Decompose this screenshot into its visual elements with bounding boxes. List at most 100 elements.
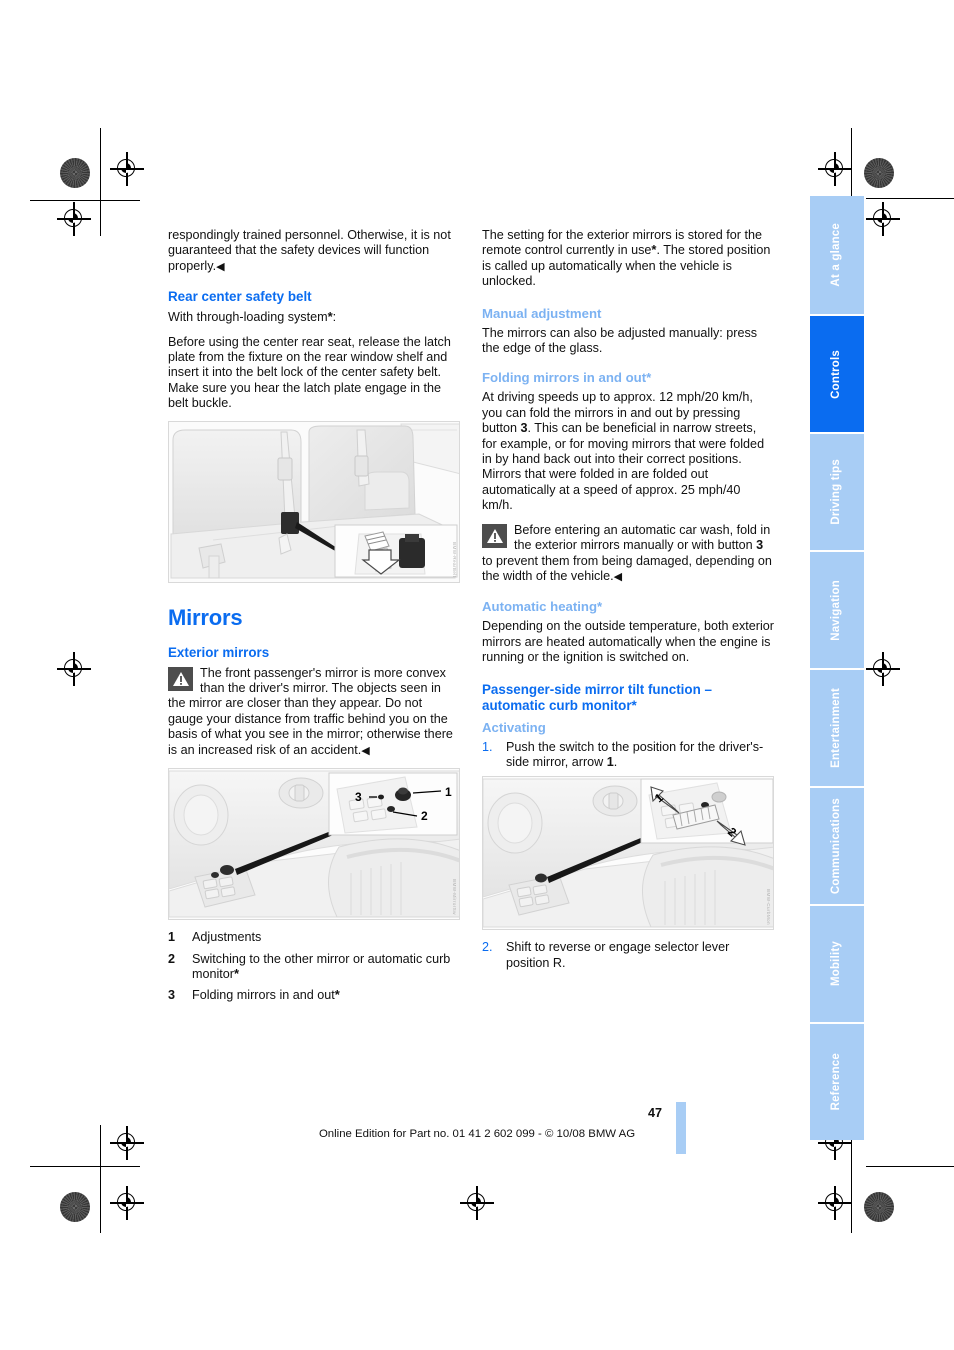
registration-mark-top-left-outer bbox=[57, 202, 91, 236]
svg-text:1: 1 bbox=[445, 785, 452, 799]
step-number: 2. bbox=[482, 940, 493, 955]
warning-text-exterior-mirrors: The front passenger's mirror is more con… bbox=[168, 665, 453, 757]
svg-text:2: 2 bbox=[421, 809, 428, 823]
step-number: 1. bbox=[482, 739, 493, 754]
registration-mark-bottom-left-inner bbox=[110, 1186, 144, 1220]
chapter-tab-navigation[interactable]: Navigation bbox=[810, 552, 864, 668]
warning-block-car-wash: Before entering an automatic car wash, f… bbox=[482, 523, 774, 586]
legend-item: 1 Adjustments bbox=[168, 930, 460, 945]
button-reference: 3 bbox=[520, 421, 528, 436]
chapter-tab-driving-tips[interactable]: Driving tips bbox=[810, 434, 864, 550]
chapter-tab-communications[interactable]: Communications bbox=[810, 788, 864, 904]
left-text-column: respondingly trained personnel. Otherwis… bbox=[168, 228, 460, 1010]
heading-folding-mirrors: Folding mirrors in and out* bbox=[482, 370, 652, 386]
legend-text: Adjustments bbox=[192, 930, 262, 945]
legend-number: 2 bbox=[168, 951, 176, 966]
chapter-tab-reference[interactable]: Reference bbox=[810, 1024, 864, 1140]
registration-mark-top-right-inner bbox=[818, 152, 852, 186]
step-text: Shift to reverse or engage selector leve… bbox=[506, 940, 730, 970]
trim-mark-left-vertical-bottom bbox=[100, 1125, 102, 1233]
registration-mark-top-left-inner bbox=[110, 152, 144, 186]
chapter-tab-label: Mobility bbox=[830, 941, 843, 987]
step-text: Push the switch to the position for the … bbox=[506, 739, 764, 769]
end-of-section-mark: ◀ bbox=[613, 570, 623, 583]
chapter-tab-entertainment[interactable]: Entertainment bbox=[810, 670, 864, 786]
chapter-tab-mobility[interactable]: Mobility bbox=[810, 906, 864, 1022]
folding-mirrors-body: At driving speeds up to approx. 12 mph/2… bbox=[482, 390, 765, 513]
figure-code: BMW-MirrorSw bbox=[452, 879, 457, 916]
trim-mark-bottom-left-horizontal bbox=[30, 1166, 140, 1168]
footer-edition-notice: Online Edition for Part no. 01 41 2 602 … bbox=[318, 1128, 636, 1140]
rear-seat-belt-illustration: BMW-RearBelt bbox=[168, 420, 460, 583]
curb-monitor-illustration: 1 2 BMW-CurbMon bbox=[482, 776, 774, 931]
end-of-section-mark: ◀ bbox=[216, 260, 225, 273]
page-number: 47 bbox=[648, 1106, 663, 1120]
registration-mark-bottom-center bbox=[460, 1186, 494, 1220]
legend-item: 2 Switching to the other mirror or automa… bbox=[168, 952, 460, 983]
warning-triangle-svg bbox=[486, 528, 503, 543]
option-star-icon: * bbox=[334, 987, 340, 1003]
figure-code: BMW-RearBelt bbox=[452, 542, 457, 578]
chapter-tab-label: Driving tips bbox=[830, 459, 843, 525]
heading-automatic-heating: Automatic heating* bbox=[482, 599, 603, 615]
svg-text:3: 3 bbox=[355, 790, 362, 804]
chapter-tab-label: Communications bbox=[830, 797, 843, 895]
legend-number: 3 bbox=[168, 988, 176, 1003]
registration-mark-mid-right bbox=[866, 652, 900, 686]
warning-triangle-icon bbox=[168, 666, 193, 691]
registration-mark-top-right-outer bbox=[866, 202, 900, 236]
continued-paragraph: respondingly trained personnel. Otherwis… bbox=[168, 228, 451, 273]
chapter-tab-label: Entertainment bbox=[830, 688, 843, 768]
option-star-icon: * bbox=[234, 965, 240, 981]
trim-mark-left-vertical bbox=[100, 128, 102, 236]
warning-text-car-wash: Before entering an automatic car wash, f… bbox=[482, 522, 772, 583]
instruction-step: 2. Shift to reverse or engage selector le… bbox=[482, 940, 774, 971]
heading-activating: Activating bbox=[482, 719, 546, 735]
trim-mark-top-right-horizontal bbox=[866, 198, 954, 200]
instruction-step: 1. Push the switch to the position for th… bbox=[482, 740, 774, 771]
warning-block-exterior-mirrors: The front passenger's mirror is more con… bbox=[168, 666, 460, 759]
registration-mark-mid-left bbox=[57, 652, 91, 686]
chapter-tab-controls[interactable]: Controls bbox=[810, 316, 864, 432]
halftone-dot-top-left bbox=[60, 158, 90, 188]
stored-setting-paragraph: The setting for the exterior mirrors is … bbox=[482, 228, 771, 289]
chapter-tab-label: Reference bbox=[830, 1053, 843, 1111]
halftone-dot-bottom-left bbox=[60, 1192, 90, 1222]
warning-triangle-svg bbox=[172, 671, 189, 686]
trim-mark-bottom-right-horizontal bbox=[866, 1166, 954, 1168]
mirror-switch-svg: 1 2 3 bbox=[169, 769, 459, 920]
legend-text: Switching to the other mirror or automat… bbox=[192, 951, 451, 981]
activating-step-1: 1. Push the switch to the position for th… bbox=[482, 740, 774, 771]
heading-passenger-side-tilt: Passenger-side mirror tilt function – au… bbox=[482, 681, 712, 713]
right-text-column: The setting for the exterior mirrors is … bbox=[482, 228, 774, 977]
chapter-tab-label: Controls bbox=[830, 349, 843, 399]
manual-adjustment-body: The mirrors can also be adjusted manuall… bbox=[482, 325, 758, 356]
figure-code: BMW-CurbMon bbox=[766, 889, 771, 926]
button-reference: 3 bbox=[756, 538, 764, 553]
heading-rear-center-safety-belt: Rear center safety belt bbox=[168, 289, 312, 305]
rear-belt-instructions: Before using the center rear seat, relea… bbox=[168, 334, 451, 411]
rear-seat-belt-svg bbox=[169, 421, 459, 582]
chapter-tab-label: Navigation bbox=[830, 579, 843, 641]
legend-text: Folding mirrors in and out* bbox=[192, 987, 340, 1003]
legend-number: 1 bbox=[168, 930, 176, 945]
mirror-switch-legend: 1 Adjustments 2 Switching to the other mirr… bbox=[168, 930, 460, 1004]
page-section-title-mirrors: Mirrors bbox=[168, 604, 243, 630]
chapter-tab-strip: At a glance Controls Driving tips Navigatio… bbox=[810, 196, 864, 1142]
end-of-section-mark: ◀ bbox=[361, 744, 370, 757]
curb-monitor-svg: 1 2 bbox=[483, 777, 773, 930]
warning-triangle-icon bbox=[482, 523, 507, 548]
chapter-tab-label: At a glance bbox=[830, 223, 843, 287]
mirror-switch-illustration: 1 2 3 BMW-MirrorSw bbox=[168, 768, 460, 921]
automatic-heating-body: Depending on the outside temperature, bo… bbox=[482, 619, 774, 665]
heading-exterior-mirrors: Exterior mirrors bbox=[168, 644, 270, 660]
heading-manual-adjustment: Manual adjustment bbox=[482, 305, 602, 321]
through-loading-note: With through-loading system*: bbox=[168, 309, 337, 325]
registration-mark-bottom-right-inner bbox=[818, 1186, 852, 1220]
chapter-tab-at-a-glance[interactable]: At a glance bbox=[810, 196, 864, 314]
manual-page: At a glance Controls Driving tips Navigatio… bbox=[0, 0, 954, 1350]
activating-step-2: 2. Shift to reverse or engage selector le… bbox=[482, 940, 774, 971]
halftone-dot-bottom-right bbox=[864, 1192, 894, 1222]
halftone-dot-top-right bbox=[864, 158, 894, 188]
legend-item: 3 Folding mirrors in and out* bbox=[168, 988, 460, 1003]
